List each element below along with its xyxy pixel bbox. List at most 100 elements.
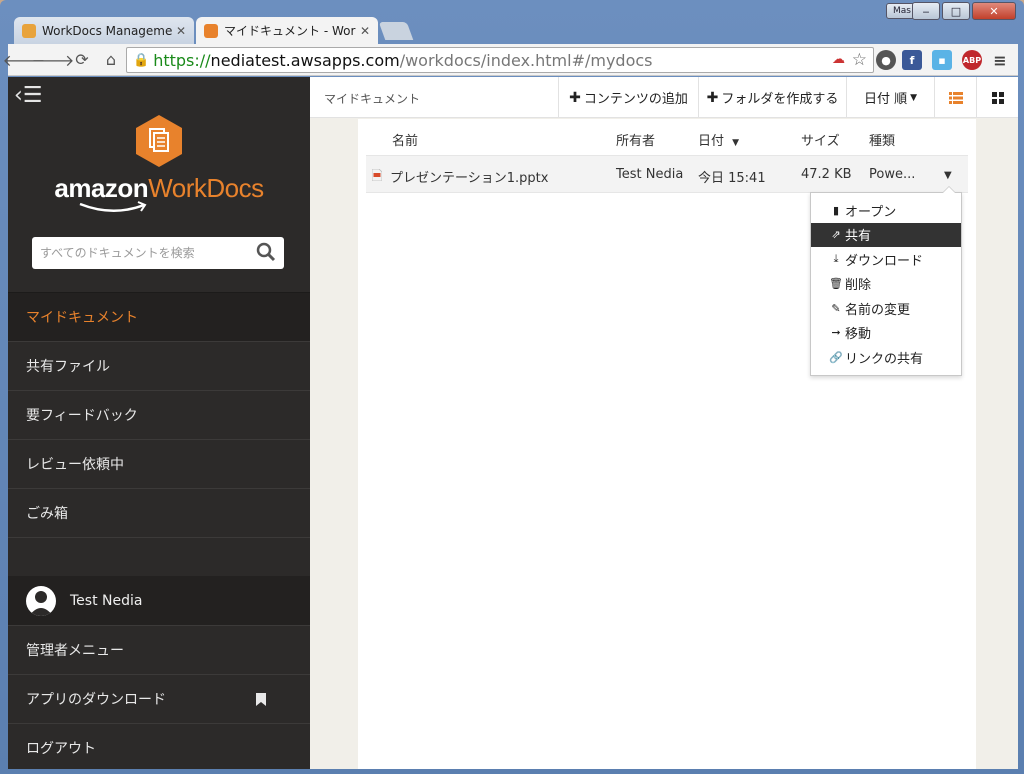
- avatar: [26, 585, 56, 616]
- pencil-icon: ✎: [831, 301, 841, 315]
- sidebar-nav: マイドキュメント 共有ファイル 要フィードバック レビュー依頼中 ごみ箱: [8, 292, 310, 538]
- column-header-name[interactable]: 名前: [392, 130, 418, 149]
- menu-item-label: オープン: [845, 204, 897, 220]
- sidebar-item-trash[interactable]: ごみ箱: [8, 488, 310, 537]
- column-header-size[interactable]: サイズ: [801, 130, 840, 149]
- file-list-panel: 名前 所有者 日付 ▼ サイズ 種類 プレゼンテーション1.pptx Test …: [358, 119, 976, 769]
- download-icon: ⤓: [833, 252, 839, 266]
- sidebar-item-review-pending[interactable]: レビュー依頼中: [8, 439, 310, 488]
- user-profile[interactable]: Test Nedia: [8, 576, 310, 625]
- sidebar-item-my-documents[interactable]: マイドキュメント: [8, 292, 310, 341]
- home-icon[interactable]: ⌂: [98, 47, 124, 73]
- sidebar-item-admin-menu[interactable]: 管理者メニュー: [8, 625, 310, 674]
- bookmark-icon: [256, 693, 266, 706]
- window-controls: ‒ □ ✕: [912, 2, 1016, 20]
- search-icon[interactable]: [256, 242, 276, 262]
- sidebar-item-label: ログアウト: [26, 741, 96, 757]
- lock-icon: 🔒: [133, 52, 150, 68]
- menu-item-label: リンクの共有: [845, 351, 924, 367]
- caret-down-icon: ▼: [732, 138, 740, 148]
- logo-amazon: amazon: [54, 173, 149, 203]
- sidebar-item-label: アプリのダウンロード: [26, 692, 166, 708]
- aws-favicon-icon: [22, 23, 36, 38]
- tab-close-icon[interactable]: ✕: [176, 24, 186, 38]
- user-name: Test Nedia: [70, 592, 143, 609]
- table-row[interactable]: プレゼンテーション1.pptx Test Nedia 今日 15:41 47.2…: [366, 155, 968, 193]
- new-tab-button[interactable]: [378, 22, 414, 40]
- add-content-label: コンテンツの追加: [583, 92, 688, 107]
- trash-icon: 🗑: [829, 277, 843, 291]
- sidebar-item-logout[interactable]: ログアウト: [8, 723, 310, 769]
- bookmark-star-icon[interactable]: ☆: [852, 50, 867, 70]
- collapse-sidebar-icon[interactable]: ‹☰: [14, 83, 43, 108]
- url-scheme: https://: [153, 50, 211, 70]
- menu-item-move[interactable]: ➞ 移動: [811, 321, 961, 346]
- create-folder-label: フォルダを作成する: [721, 92, 839, 107]
- forward-arrow-icon[interactable]: 🡒: [32, 47, 75, 73]
- title-bar: WorkDocs Managemen ✕ マイドキュメント - Work ✕ M…: [0, 0, 1024, 44]
- column-header-owner[interactable]: 所有者: [616, 130, 655, 149]
- column-header-type[interactable]: 種類: [869, 130, 895, 149]
- file-type: Powe...: [869, 167, 916, 182]
- link-icon: 🔗: [829, 350, 843, 364]
- close-window-button[interactable]: ✕: [972, 2, 1016, 20]
- adblock-extension-icon[interactable]: ABP: [962, 50, 982, 70]
- menu-item-label: 名前の変更: [845, 302, 911, 318]
- sidebar-item-app-download[interactable]: アプリのダウンロード: [8, 674, 310, 723]
- file-context-menu: ▮ オープン ⇗ 共有 ⤓ ダウンロード 🗑 削除 ✎ 名前の変更 ➞ 移動 🔗…: [810, 186, 962, 376]
- url-host: nediatest.awsapps.com: [210, 50, 400, 70]
- row-actions-caret-icon[interactable]: ▼: [944, 170, 952, 181]
- address-bar[interactable]: 🔒 https:// nediatest.awsapps.com /workdo…: [126, 47, 874, 73]
- globe-extension-icon[interactable]: ●: [876, 50, 896, 70]
- sidebar-item-shared-files[interactable]: 共有ファイル: [8, 341, 310, 390]
- facebook-extension-icon[interactable]: f: [902, 50, 922, 70]
- menu-item-delete[interactable]: 🗑 削除: [811, 272, 961, 297]
- create-folder-button[interactable]: ✚ フォルダを作成する: [698, 77, 846, 118]
- divider: [8, 537, 310, 538]
- tab-workdocs-management[interactable]: WorkDocs Managemen ✕: [14, 17, 194, 44]
- reload-icon[interactable]: ⟳: [69, 47, 95, 73]
- file-icon: ▮: [832, 203, 840, 217]
- sort-label: 日付 順: [863, 92, 908, 107]
- menu-item-label: ダウンロード: [845, 253, 924, 269]
- workdocs-logo-icon: [136, 115, 182, 167]
- column-header-date[interactable]: 日付 ▼: [698, 130, 739, 149]
- menu-item-label: 共有: [845, 229, 872, 245]
- list-view-icon: [948, 91, 963, 104]
- menu-item-open[interactable]: ▮ オープン: [811, 198, 961, 223]
- menu-item-download[interactable]: ⤓ ダウンロード: [811, 247, 961, 272]
- minimize-button[interactable]: ‒: [912, 2, 940, 20]
- tab-title: マイドキュメント - Work: [224, 24, 356, 38]
- share-icon: ⇗: [831, 228, 841, 242]
- file-owner: Test Nedia: [616, 167, 684, 182]
- browser-toolbar: 🡐 🡒 ⟳ ⌂ 🔒 https:// nediatest.awsapps.com…: [3, 44, 1018, 76]
- amazon-smile-icon: [79, 201, 147, 212]
- browser-window: WorkDocs Managemen ✕ マイドキュメント - Work ✕ M…: [0, 0, 1024, 774]
- add-content-button[interactable]: ✚ コンテンツの追加: [558, 77, 698, 118]
- chat-extension-icon[interactable]: ▪: [932, 50, 952, 70]
- menu-item-share[interactable]: ⇗ 共有: [811, 222, 961, 247]
- list-view-button[interactable]: [934, 77, 976, 118]
- sort-dropdown[interactable]: 日付 順 ▼: [846, 77, 934, 118]
- cloud-extension-icon[interactable]: ☁: [832, 52, 845, 67]
- document-search[interactable]: [32, 237, 284, 269]
- tab-my-documents[interactable]: マイドキュメント - Work ✕: [196, 17, 378, 44]
- tab-close-icon[interactable]: ✕: [360, 24, 370, 38]
- tab-title: WorkDocs Managemen: [42, 23, 172, 38]
- sidebar-bottom: Test Nedia 管理者メニュー アプリのダウンロード ログアウト: [8, 576, 310, 769]
- chrome-menu-icon[interactable]: ≡: [990, 50, 1010, 70]
- file-name[interactable]: プレゼンテーション1.pptx: [390, 167, 548, 186]
- table-header: 名前 所有者 日付 ▼ サイズ 種類: [366, 119, 968, 155]
- content-toolbar: マイドキュメント ✚ コンテンツの追加 ✚ フォルダを作成する 日付 順 ▼: [310, 77, 1018, 118]
- sidebar-item-feedback-requested[interactable]: 要フィードバック: [8, 390, 310, 439]
- search-input[interactable]: [40, 246, 240, 260]
- menu-item-rename[interactable]: ✎ 名前の変更: [811, 296, 961, 321]
- column-header-date-label: 日付: [698, 134, 725, 149]
- sidebar: ‹☰ amazonWorkDocs すべてのドキュメントを検索 マイドキュメント…: [8, 77, 310, 769]
- grid-view-button[interactable]: [976, 77, 1018, 118]
- menu-item-share-link[interactable]: 🔗 リンクの共有: [811, 345, 961, 370]
- maximize-button[interactable]: □: [942, 2, 970, 20]
- caret-down-icon: ▼: [910, 92, 918, 103]
- logo-workdocs: WorkDocs: [148, 173, 264, 203]
- plus-icon: ✚: [706, 89, 719, 106]
